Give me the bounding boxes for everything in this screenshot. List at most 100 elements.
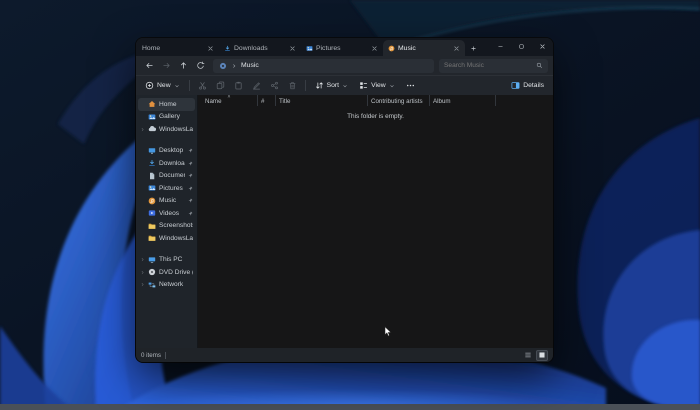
- tab-close-icon[interactable]: [289, 45, 296, 52]
- delete-icon: [288, 81, 297, 90]
- tab-label: Pictures: [316, 44, 341, 52]
- thumbnail-view-toggle[interactable]: [536, 349, 548, 361]
- sidebar-section-gap: [136, 136, 197, 145]
- tab-close-icon[interactable]: [371, 45, 378, 52]
- share-icon: [270, 81, 279, 90]
- sidebar-item-label: This PC: [159, 256, 183, 264]
- details-view-toggle[interactable]: [522, 350, 534, 361]
- close-button[interactable]: [532, 38, 553, 55]
- chevron-right-icon: [231, 63, 237, 69]
- rename-button[interactable]: [249, 79, 264, 93]
- breadcrumb[interactable]: Music: [213, 58, 434, 73]
- tab-close-icon[interactable]: [453, 45, 460, 52]
- new-tab-button[interactable]: [465, 40, 481, 56]
- pin-icon: [188, 186, 193, 191]
- details-view-icon: [524, 351, 532, 359]
- sidebar-item-desktop[interactable]: Desktop: [138, 145, 195, 158]
- details-pane-button[interactable]: Details: [507, 80, 548, 91]
- file-list-pane[interactable]: ˄ Name # Title Contributing artists Album Thi…: [198, 95, 553, 348]
- cloud-icon: [148, 125, 156, 133]
- tab-downloads[interactable]: Downloads: [219, 40, 301, 56]
- column-header-[interactable]: #: [258, 95, 276, 106]
- search-input[interactable]: [444, 62, 533, 69]
- paste-button[interactable]: [231, 79, 246, 93]
- sidebar-item-this-pc[interactable]: This PC: [138, 254, 195, 267]
- sidebar-item-network[interactable]: Network: [138, 279, 195, 292]
- column-header-name[interactable]: ˄ Name: [198, 95, 258, 106]
- chevron-right-icon: [140, 282, 145, 287]
- sidebar-item-pictures[interactable]: Pictures: [138, 182, 195, 195]
- sidebar-section-gap: [136, 245, 197, 254]
- refresh-button[interactable]: [192, 59, 208, 73]
- column-headers: ˄ Name # Title Contributing artists Album: [198, 95, 553, 106]
- folder-icon: [148, 234, 156, 242]
- chevron-down-icon: [174, 83, 180, 89]
- sidebar-item-downloads[interactable]: Downloads: [138, 157, 195, 170]
- new-button[interactable]: New: [141, 80, 184, 91]
- delete-button[interactable]: [285, 79, 300, 93]
- tab-label: Music: [398, 44, 416, 52]
- sort-label: Sort: [326, 82, 340, 89]
- column-header-title[interactable]: Title: [276, 95, 368, 106]
- up-button[interactable]: [175, 59, 191, 73]
- rename-icon: [252, 81, 261, 90]
- view-button[interactable]: View: [355, 80, 399, 91]
- pc-icon: [148, 256, 156, 264]
- view-label: View: [371, 82, 386, 89]
- taskbar-sliver: [0, 404, 700, 410]
- thumbnail-view-icon: [538, 351, 546, 359]
- column-header-contributing-artists[interactable]: Contributing artists: [368, 95, 430, 106]
- tab-home[interactable]: Home: [137, 40, 219, 56]
- sidebar-item-dvd-drive-d-ccc[interactable]: DVD Drive (D:) CCC: [138, 266, 195, 279]
- chevron-right-icon: [140, 257, 145, 262]
- sidebar-item-windowslatest-pe[interactable]: WindowsLatest - Pe: [138, 123, 195, 136]
- sort-icon: [315, 81, 324, 90]
- navigation-pane: Home Gallery WindowsLatest - Pe Desktop Down…: [136, 95, 198, 348]
- command-toolbar: New Sort View Details: [136, 75, 553, 95]
- picture-icon: [148, 184, 156, 192]
- sidebar-item-label: Screenshots: [159, 222, 193, 230]
- pin-icon: [188, 161, 193, 166]
- mouse-cursor: [384, 326, 392, 337]
- sidebar-item-videos[interactable]: Videos: [138, 207, 195, 220]
- cut-button[interactable]: [195, 79, 210, 93]
- more-ellipsis-icon: [406, 81, 415, 90]
- sidebar-item-documents[interactable]: Documents: [138, 170, 195, 183]
- sort-button[interactable]: Sort: [311, 80, 352, 91]
- pin-icon: [188, 148, 193, 153]
- location-icon: [219, 62, 227, 70]
- back-button[interactable]: [141, 59, 157, 73]
- forward-button[interactable]: [158, 59, 174, 73]
- toolbar-divider: [304, 80, 306, 91]
- tab-music[interactable]: Music: [383, 40, 465, 56]
- video-icon: [148, 209, 156, 217]
- sidebar-item-label: WindowsLatest - Pe: [159, 125, 193, 133]
- toolbar-divider: [188, 80, 190, 91]
- more-button[interactable]: [402, 80, 419, 91]
- tab-close-icon[interactable]: [207, 45, 214, 52]
- minimize-icon: [497, 43, 504, 50]
- copy-button[interactable]: [213, 79, 228, 93]
- share-button[interactable]: [267, 79, 282, 93]
- new-icon: [145, 81, 154, 90]
- column-header-album[interactable]: Album: [430, 95, 496, 106]
- column-label: Name: [205, 98, 222, 105]
- maximize-button[interactable]: [511, 38, 532, 55]
- maximize-icon: [518, 43, 525, 50]
- minimize-button[interactable]: [490, 38, 511, 55]
- sidebar-item-home[interactable]: Home: [138, 98, 195, 111]
- search-box[interactable]: [439, 58, 548, 73]
- tab-strip: Home Downloads Pictures Music: [136, 38, 553, 56]
- sidebar-item-label: Pictures: [159, 184, 183, 192]
- pin-icon: [188, 198, 193, 203]
- sidebar-item-windowslatest[interactable]: WindowsLatest: [138, 232, 195, 245]
- forward-icon: [162, 61, 171, 70]
- sidebar-item-screenshots[interactable]: Screenshots: [138, 220, 195, 233]
- sidebar-item-gallery[interactable]: Gallery: [138, 111, 195, 124]
- tab-pictures[interactable]: Pictures: [301, 40, 383, 56]
- plus-icon: [470, 45, 477, 52]
- sort-ascending-icon: ˄: [227, 95, 231, 100]
- sidebar-item-label: DVD Drive (D:) CCC: [159, 268, 193, 276]
- sidebar-item-music[interactable]: Music: [138, 195, 195, 208]
- sidebar-item-label: Desktop: [159, 147, 184, 155]
